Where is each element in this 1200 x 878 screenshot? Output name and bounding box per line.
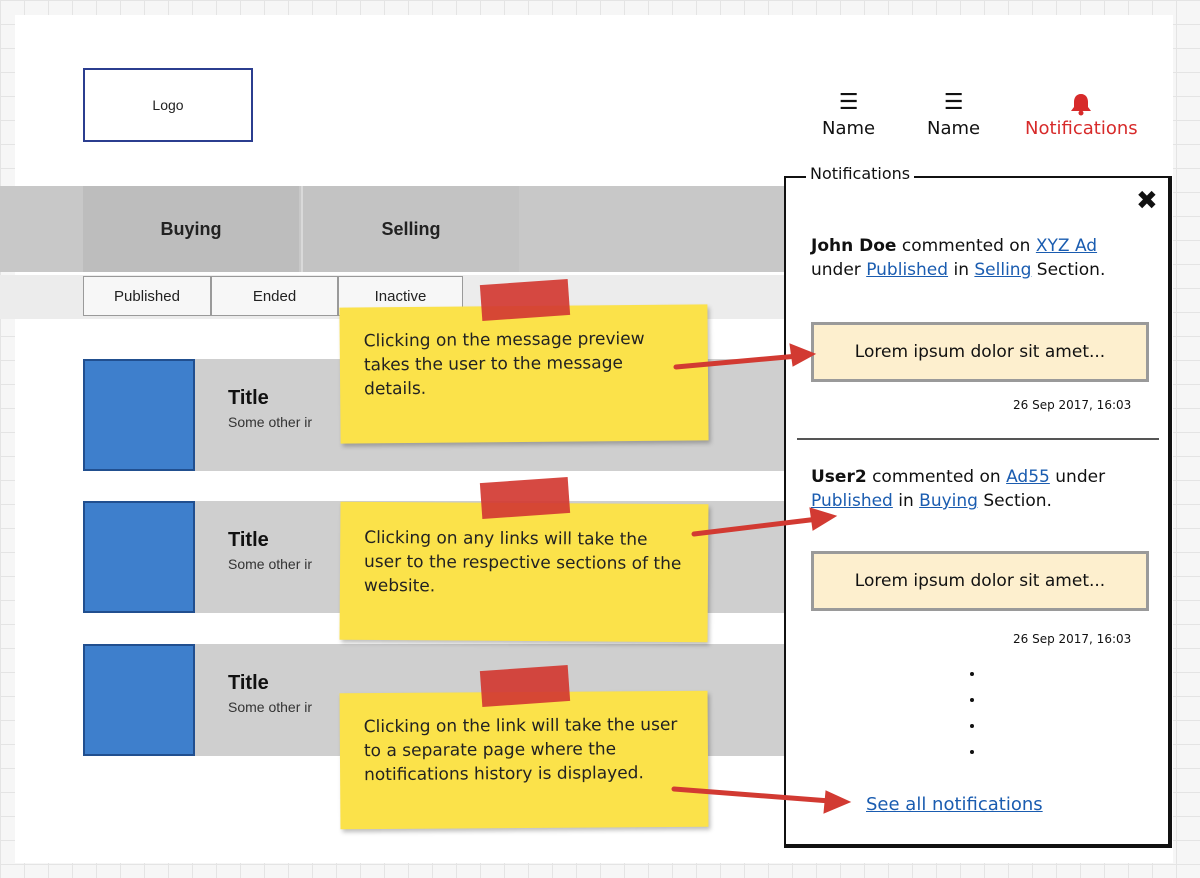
list-icon: ☰ xyxy=(838,90,859,115)
message-preview[interactable]: Lorem ipsum dolor sit amet... xyxy=(811,551,1149,611)
section-link[interactable]: Buying xyxy=(919,491,978,511)
see-all-notifications-link[interactable]: See all notifications xyxy=(866,794,1043,815)
ad-link[interactable]: XYZ Ad xyxy=(1036,236,1097,256)
listing-title[interactable]: Title xyxy=(228,529,269,552)
notification-timestamp: 26 Sep 2017, 16:03 xyxy=(1013,398,1132,412)
nav-item-name-1[interactable]: ☰ Name xyxy=(822,90,875,140)
sticky-note: Clicking on the message preview takes th… xyxy=(339,304,709,444)
tape xyxy=(479,476,571,520)
notification-text: User2 commented on Ad55 under Published … xyxy=(811,467,1106,511)
ellipsis-dot xyxy=(970,672,974,676)
divider xyxy=(797,438,1159,440)
close-icon[interactable]: ✖ xyxy=(1136,186,1158,216)
nav-item-notifications[interactable]: Notifications xyxy=(1025,92,1138,139)
listing-thumbnail[interactable] xyxy=(83,359,195,471)
ellipsis-dot xyxy=(970,750,974,754)
notification-text: John Doe commented on XYZ Ad under Publi… xyxy=(811,236,1106,280)
listing-title[interactable]: Title xyxy=(228,387,269,410)
section-link[interactable]: Selling xyxy=(974,260,1031,280)
ad-link[interactable]: Ad55 xyxy=(1006,467,1050,487)
tape xyxy=(479,664,571,708)
tape xyxy=(479,278,571,322)
listing-subtitle: Some other ir xyxy=(228,556,313,572)
sticky-note: Clicking on any links will take the user… xyxy=(339,501,709,643)
subtab-ended[interactable]: Ended xyxy=(211,276,338,316)
notification-timestamp: 26 Sep 2017, 16:03 xyxy=(1013,632,1132,646)
listing-subtitle: Some other ir xyxy=(228,414,313,430)
notifications-panel-title: Notifications xyxy=(806,164,915,183)
listing-title[interactable]: Title xyxy=(228,672,269,695)
list-icon: ☰ xyxy=(943,90,964,115)
nav-item-name-2[interactable]: ☰ Name xyxy=(927,90,980,140)
bell-icon xyxy=(1070,92,1092,118)
listing-subtitle: Some other ir xyxy=(228,699,313,715)
listing-thumbnail[interactable] xyxy=(83,644,195,756)
sticky-note: Clicking on the link will take the user … xyxy=(339,690,709,830)
ellipsis-dot xyxy=(970,724,974,728)
notification-user: User2 xyxy=(811,467,867,487)
subtab-published[interactable]: Published xyxy=(83,276,211,316)
ellipsis-dot xyxy=(970,698,974,702)
tab-selling[interactable]: Selling xyxy=(301,186,519,272)
tab-buying[interactable]: Buying xyxy=(83,186,299,272)
listing-thumbnail[interactable] xyxy=(83,501,195,613)
notification-user: John Doe xyxy=(811,236,897,256)
message-preview[interactable]: Lorem ipsum dolor sit amet... xyxy=(811,322,1149,382)
tab-link[interactable]: Published xyxy=(811,491,893,511)
logo[interactable]: Logo xyxy=(83,68,253,142)
tab-link[interactable]: Published xyxy=(866,260,948,280)
